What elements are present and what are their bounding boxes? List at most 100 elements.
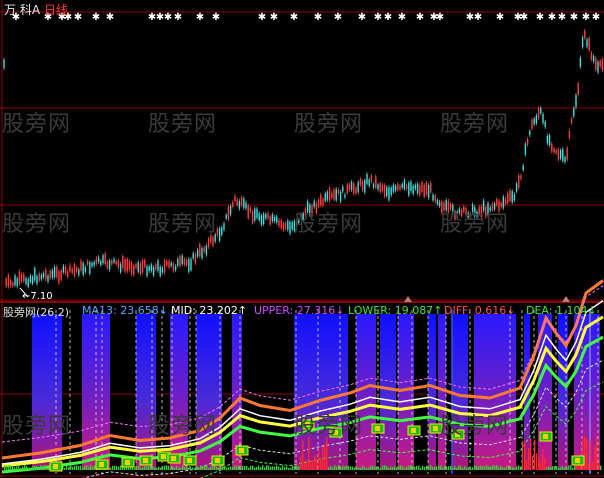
candle-body [148,266,150,272]
macd-bar [444,465,446,470]
macd-bar [412,466,414,470]
macd-bar [188,467,190,470]
timeframe-label[interactable]: 日线 [44,3,68,17]
macd-bar [418,465,420,470]
candle-body [139,263,142,275]
macd-bar [158,466,160,470]
macd-bar [350,466,352,470]
macd-bar [146,466,148,470]
candle-body [359,178,362,185]
candle-body [183,259,186,265]
macd-bar [508,465,510,470]
macd-bar [534,439,536,470]
candle-body [95,258,98,265]
macd-bar [288,467,290,470]
macd-bar [318,449,320,470]
candle-body [388,187,390,201]
candle-body [146,266,148,276]
watermark: 股旁网 [294,414,364,439]
macd-bar [570,465,572,470]
candle-body [234,195,236,202]
indicator-lower: LOWER: 19.087↑ [348,304,443,317]
candle-body [115,260,117,265]
candle-body [434,195,436,202]
macd-bar [236,465,238,470]
candle-body [80,260,82,271]
candle-body [421,182,423,193]
candle-body [31,276,34,284]
star-icon: ✱ [92,12,100,23]
candle-body [592,56,595,62]
star-icon: ✱ [334,12,342,23]
candle-body [174,266,177,271]
signal-box-core [215,458,220,463]
macd-bar [596,436,598,470]
macd-bar [590,441,592,470]
macd-bar [238,466,240,470]
indicator-band [32,314,62,470]
macd-bar [284,467,286,470]
macd-bar [496,465,498,470]
macd-bar [46,467,48,470]
stock-name: 万 科A [4,3,41,17]
signal-box-core [239,448,244,453]
macd-bar [182,465,184,470]
macd-bar [532,456,534,470]
candle-body [172,263,175,272]
triangle-marker-icon [562,296,570,302]
candle-body [188,259,190,272]
candle-body [113,258,115,263]
candle-body [212,237,214,246]
candle-body [207,238,210,248]
candle-body [331,192,333,198]
candle-body [18,271,21,284]
macd-bar [358,467,360,470]
star-icon: ✱ [398,12,406,23]
candle-body [12,282,14,287]
macd-bar [392,466,394,470]
candle-body [344,194,346,198]
candle-body [117,260,120,268]
candle-body [111,260,113,265]
macd-bar [384,465,386,470]
macd-bar [562,465,564,470]
macd-bar [410,465,412,470]
candle-body [524,143,527,155]
watermark: 股旁网 [148,414,218,439]
candle-body [339,191,342,202]
macd-bar [324,444,326,470]
macd-bar [546,467,548,470]
macd-bar [472,467,474,470]
candle-body [9,279,12,286]
macd-bar [12,465,14,470]
candle-body [564,157,566,163]
macd-bar [230,466,232,470]
macd-bar [482,466,484,470]
macd-bar [312,460,314,470]
macd-bar [226,467,228,470]
stock-chart-canvas[interactable]: ✱ ✱ ✱✱ ✱ ✱ ✱ ✱ ✱ ✱ ✱ ✱ ✱ ✱ ✱ ✱ ✱ ✱ ✱ ✱ ✱ ✱ ✱ ✱✱ ✱ ✱ ✱ ✱✱ ✱ ✱ ✱ ✱ ✱ ✱ [0,0,604,478]
candle-body [126,258,128,272]
macd-bar [454,465,456,470]
candle-body [251,211,254,223]
candle-body [181,255,183,264]
macd-bar [450,465,452,470]
candle-body [45,269,47,280]
macd-bar [330,466,332,470]
macd-bar [88,466,90,470]
macd-bar [90,465,92,470]
macd-bar [522,440,524,470]
macd-bar [456,467,458,470]
macd-bar [430,465,432,470]
macd-bar [514,467,516,470]
candle-body [258,213,260,221]
candle-body [590,52,593,60]
candle-body [232,202,234,207]
candle-body [553,148,555,153]
macd-bar [574,466,576,470]
macd-bar [164,465,166,470]
candle-body [221,227,223,235]
indicator-name[interactable]: 股旁网(26,2) [3,304,69,320]
candle-body [546,135,549,144]
macd-bar [376,466,378,470]
